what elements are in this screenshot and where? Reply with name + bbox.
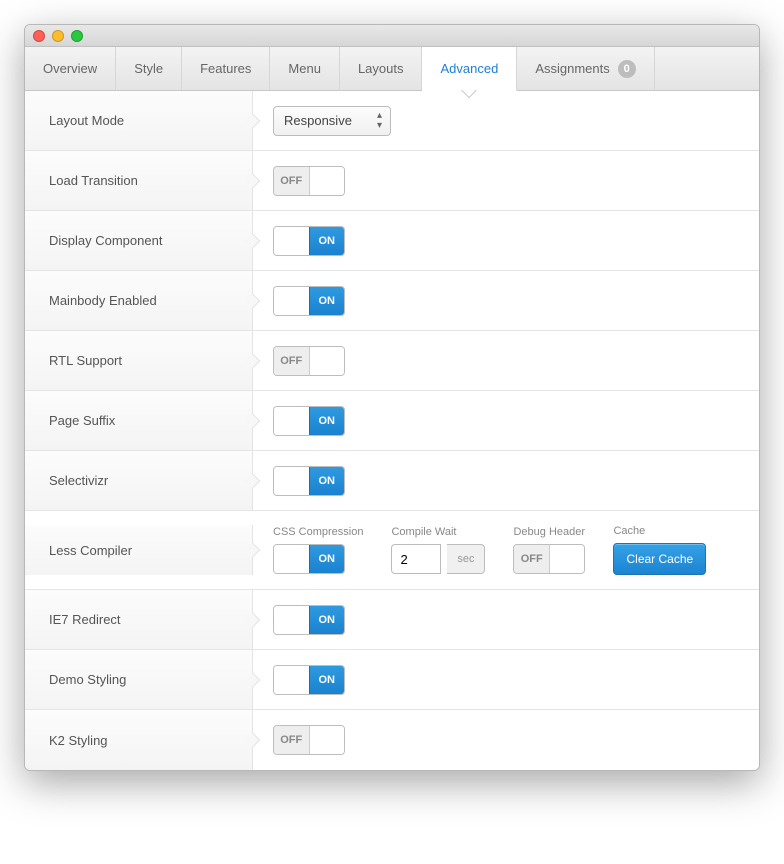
row-label: Less Compiler: [25, 525, 253, 575]
toggle-off-label: OFF: [274, 347, 310, 375]
toggle-knob: [310, 726, 345, 754]
tab-menu[interactable]: Menu: [270, 47, 340, 90]
toggle-on-label: ON: [309, 666, 345, 694]
toggle-on-label: ON: [309, 467, 345, 495]
display-component-toggle[interactable]: ON: [273, 226, 345, 256]
tabbar: Overview Style Features Menu Layouts Adv…: [25, 47, 759, 91]
row-label: RTL Support: [25, 331, 253, 390]
sublabel: Debug Header: [513, 526, 585, 538]
css-compression-group: CSS Compression ON: [273, 526, 363, 574]
tab-label: Style: [134, 61, 163, 76]
settings-window: Overview Style Features Menu Layouts Adv…: [24, 24, 760, 771]
row-rtl-support: RTL Support OFF: [25, 331, 759, 391]
toggle-on-label: ON: [309, 606, 345, 634]
row-label: Display Component: [25, 211, 253, 270]
clear-cache-button[interactable]: Clear Cache: [613, 543, 706, 575]
tab-label: Layouts: [358, 61, 404, 76]
selectivizr-toggle[interactable]: ON: [273, 466, 345, 496]
debug-header-toggle[interactable]: OFF: [513, 544, 585, 574]
toggle-off-label: OFF: [274, 726, 310, 754]
row-label: Load Transition: [25, 151, 253, 210]
sublabel: Cache: [613, 525, 706, 537]
row-label: IE7 Redirect: [25, 590, 253, 649]
chevron-updown-icon: ▴▾: [377, 111, 382, 131]
row-label: Layout Mode: [25, 91, 253, 150]
row-ie7-redirect: IE7 Redirect ON: [25, 590, 759, 650]
window-close-icon[interactable]: [33, 30, 45, 42]
tab-layouts[interactable]: Layouts: [340, 47, 423, 90]
toggle-knob: [310, 347, 345, 375]
sublabel: CSS Compression: [273, 526, 363, 538]
row-display-component: Display Component ON: [25, 211, 759, 271]
toggle-knob: [274, 287, 309, 315]
advanced-panel: Layout Mode Responsive ▴▾ Load Transitio…: [25, 91, 759, 770]
row-label: Selectivizr: [25, 451, 253, 510]
tab-overview[interactable]: Overview: [25, 47, 116, 90]
assignments-count-badge: 0: [618, 60, 636, 78]
toggle-on-label: ON: [309, 545, 345, 573]
toggle-knob: [274, 606, 309, 634]
ie7-redirect-toggle[interactable]: ON: [273, 605, 345, 635]
row-selectivizr: Selectivizr ON: [25, 451, 759, 511]
toggle-off-label: OFF: [514, 545, 550, 573]
toggle-on-label: ON: [309, 227, 345, 255]
demo-styling-toggle[interactable]: ON: [273, 665, 345, 695]
compile-wait-input[interactable]: [391, 544, 441, 574]
toggle-knob: [310, 167, 345, 195]
toggle-knob: [274, 666, 309, 694]
select-value: Responsive: [284, 113, 352, 128]
row-label: Demo Styling: [25, 650, 253, 709]
css-compression-toggle[interactable]: ON: [273, 544, 345, 574]
load-transition-toggle[interactable]: OFF: [273, 166, 345, 196]
titlebar: [25, 25, 759, 47]
toggle-knob: [274, 545, 309, 573]
page-suffix-toggle[interactable]: ON: [273, 406, 345, 436]
tab-assignments[interactable]: Assignments 0: [517, 47, 654, 90]
row-label: K2 Styling: [25, 710, 253, 770]
row-layout-mode: Layout Mode Responsive ▴▾: [25, 91, 759, 151]
tab-label: Assignments: [535, 61, 609, 76]
toggle-knob: [274, 227, 309, 255]
window-minimize-icon[interactable]: [52, 30, 64, 42]
tab-label: Overview: [43, 61, 97, 76]
compile-wait-unit: sec: [447, 544, 485, 574]
rtl-support-toggle[interactable]: OFF: [273, 346, 345, 376]
row-demo-styling: Demo Styling ON: [25, 650, 759, 710]
sublabel: Compile Wait: [391, 526, 485, 538]
toggle-off-label: OFF: [274, 167, 310, 195]
toggle-knob: [274, 467, 309, 495]
window-zoom-icon[interactable]: [71, 30, 83, 42]
layout-mode-select[interactable]: Responsive ▴▾: [273, 106, 391, 136]
toggle-knob: [274, 407, 309, 435]
toggle-knob: [550, 545, 585, 573]
tab-label: Advanced: [440, 61, 498, 76]
tab-style[interactable]: Style: [116, 47, 182, 90]
toggle-on-label: ON: [309, 407, 345, 435]
mainbody-enabled-toggle[interactable]: ON: [273, 286, 345, 316]
row-k2-styling: K2 Styling OFF: [25, 710, 759, 770]
tab-label: Features: [200, 61, 251, 76]
row-label: Mainbody Enabled: [25, 271, 253, 330]
k2-styling-toggle[interactable]: OFF: [273, 725, 345, 755]
compile-wait-group: Compile Wait sec: [391, 526, 485, 574]
row-less-compiler: Less Compiler CSS Compression ON Compile…: [25, 511, 759, 590]
toggle-on-label: ON: [309, 287, 345, 315]
debug-header-group: Debug Header OFF: [513, 526, 585, 574]
tab-features[interactable]: Features: [182, 47, 270, 90]
row-label: Page Suffix: [25, 391, 253, 450]
tab-advanced[interactable]: Advanced: [422, 47, 517, 91]
row-load-transition: Load Transition OFF: [25, 151, 759, 211]
tab-label: Menu: [288, 61, 321, 76]
cache-group: Cache Clear Cache: [613, 525, 706, 575]
row-page-suffix: Page Suffix ON: [25, 391, 759, 451]
row-mainbody-enabled: Mainbody Enabled ON: [25, 271, 759, 331]
